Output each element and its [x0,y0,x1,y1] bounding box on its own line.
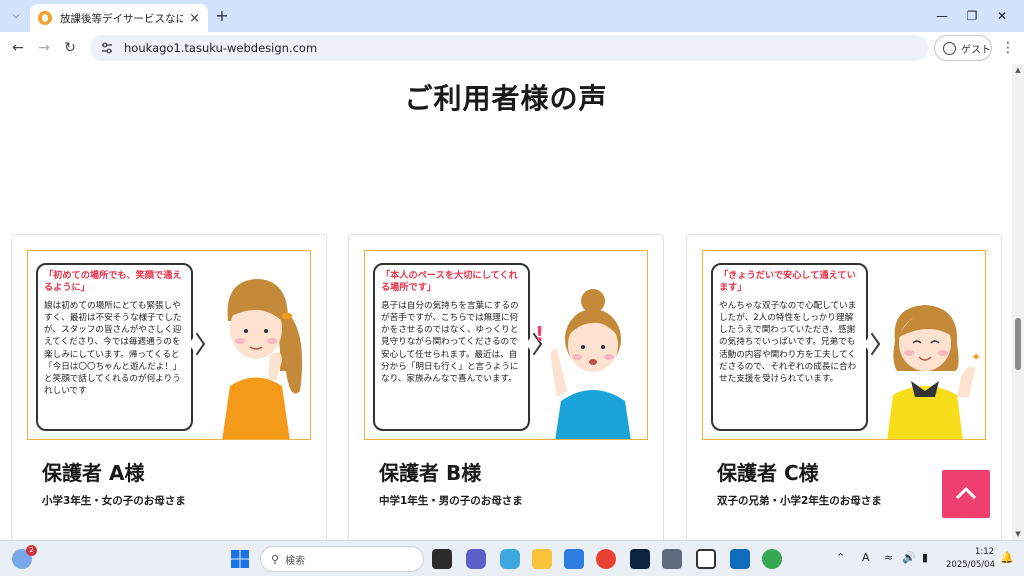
close-tab-button[interactable]: × [189,11,200,26]
scroll-down-arrow-icon[interactable]: ▼ [1014,530,1022,538]
testimonial-role: 中学1年生・男の子のお母さま [379,495,523,507]
search-icon: ⚲ [271,552,280,566]
forward-arrow-icon[interactable]: → [34,38,54,58]
copilot-icon[interactable] [500,549,520,569]
mother-illustration-icon [222,279,303,439]
os-taskbar: 2 ⚲ 検索 ⌃ A ≈ 🔊 ▮ 1:12 2025/05/04 🔔 [0,540,1024,576]
testimonial-illustration: 「本人のペースを大切にしてくれる場所です」 息子は自分の気持ちを言葉にするのが苦… [364,250,648,440]
testimonial-illustration: 「初めての場所でも、笑顔で通えるように」 娘は初めての場所にとても緊張しやすく、… [27,250,311,440]
testimonial-quote: 「本人のペースを大切にしてくれる場所です」 [381,270,518,294]
speech-bubble: 「初めての場所でも、笑顔で通えるように」 娘は初めての場所にとても緊張しやすく、… [36,263,193,431]
mother-illustration-icon: ✦ [887,305,981,439]
calculator-icon[interactable] [662,549,682,569]
active-tab[interactable]: 放課後等デイサービスなにがし × [30,4,208,32]
volume-icon[interactable]: 🔊 [902,551,916,564]
chevron-up-icon [955,486,977,500]
ime-icon[interactable]: A [862,551,870,564]
testimonial-name: 保護者 C様 [717,461,819,485]
taskbar-search-placeholder: 検索 [285,555,306,567]
app-icon[interactable] [696,549,716,569]
testimonial-name: 保護者 A様 [42,461,145,485]
url-text: houkago1.tasuku-webdesign.com [124,41,318,55]
testimonial-name: 保護者 B様 [379,461,482,485]
file-explorer-icon[interactable] [532,549,552,569]
notification-bell-icon[interactable]: 🔔 [1000,551,1014,564]
profile-icon [943,41,956,55]
browser-menu-icon[interactable]: ⋮ [1000,38,1016,58]
scrollbar-thumb[interactable] [1015,318,1021,370]
address-bar[interactable]: houkago1.tasuku-webdesign.com [90,35,928,61]
testimonial-quote: 「きょうだいで安心して通えています」 [719,270,856,294]
new-tab-button[interactable]: + [212,6,232,26]
minimize-button[interactable]: — [930,6,954,26]
tray-overflow-icon[interactable]: ⌃ [836,551,845,564]
testimonial-illustration: 「きょうだいで安心して通えています」 やんちゃな双子なので心配していましたが、2… [702,250,986,440]
windows-start-icon[interactable] [230,549,250,569]
restore-button[interactable]: ❐ [960,6,984,26]
site-favicon-icon [38,11,52,25]
outlook-icon[interactable] [730,549,750,569]
testimonial-body: 息子は自分の気持ちを言葉にするのが苦手ですが、こちらでは無理に何かをさせるのでは… [381,300,519,385]
guest-label: ゲスト [961,44,991,56]
guest-profile-button[interactable]: ゲスト [934,35,992,61]
svg-text:!: ! [535,322,544,346]
page-viewport: ご利用者様の声 「初めての場所でも、笑顔で通えるように」 娘は初めての場所にとて… [0,64,1012,540]
chrome-icon[interactable] [596,549,616,569]
reload-icon[interactable]: ↻ [60,38,80,58]
battery-icon[interactable]: ▮ [922,551,928,564]
testimonial-card-b: 「本人のペースを大切にしてくれる場所です」 息子は自分の気持ちを言葉にするのが苦… [348,234,664,540]
taskbar-search[interactable]: ⚲ 検索 [260,546,424,572]
site-info-icon[interactable] [100,41,114,55]
page-scrollbar[interactable]: ▲ ▼ [1012,64,1024,540]
notification-badge: 2 [26,545,37,556]
close-window-button[interactable]: ✕ [990,6,1014,26]
testimonial-body: やんちゃな双子なので心配していましたが、2人の特性をしっかり理解したうえで関わっ… [719,300,857,385]
photoshop-icon[interactable] [630,549,650,569]
task-view-icon[interactable] [432,549,452,569]
store-icon[interactable] [564,549,584,569]
chrome-active-icon[interactable] [762,549,782,569]
section-title: ご利用者様の声 [404,82,608,115]
tab-strip: ⌵ 放課後等デイサービスなにがし × + — ❐ ✕ [0,0,1024,32]
testimonial-role: 小学3年生・女の子のお母さま [42,495,186,507]
tab-search-chevron-icon[interactable]: ⌵ [6,6,26,26]
testimonial-quote: 「初めての場所でも、笑顔で通えるように」 [44,270,182,294]
testimonial-card-a: 「初めての場所でも、笑顔で通えるように」 娘は初めての場所にとても緊張しやすく、… [11,234,327,540]
clock-time[interactable]: 1:12 [975,547,994,557]
teams-icon[interactable] [466,549,486,569]
back-arrow-icon[interactable]: ← [8,38,28,58]
tab-title: 放課後等デイサービスなにがし [60,12,184,25]
speech-bubble: 「きょうだいで安心して通えています」 やんちゃな双子なので心配していましたが、2… [711,263,868,431]
wifi-icon[interactable]: ≈ [884,551,893,564]
scroll-to-top-button[interactable] [942,470,990,518]
testimonial-role: 双子の兄弟・小学2年生のお母さま [717,495,882,507]
speech-bubble: 「本人のペースを大切にしてくれる場所です」 息子は自分の気持ちを言葉にするのが苦… [373,263,530,431]
testimonial-body: 娘は初めての場所にとても緊張しやすく、最初は不安そうな様子でしたが、スタッフの皆… [44,300,182,397]
clock-date[interactable]: 2025/05/04 [946,560,995,570]
browser-toolbar: ← → ↻ houkago1.tasuku-webdesign.com ゲスト … [0,32,1024,64]
scroll-up-arrow-icon[interactable]: ▲ [1014,66,1022,74]
svg-text:✦: ✦ [971,350,981,364]
mother-illustration-icon: ! [535,289,631,439]
